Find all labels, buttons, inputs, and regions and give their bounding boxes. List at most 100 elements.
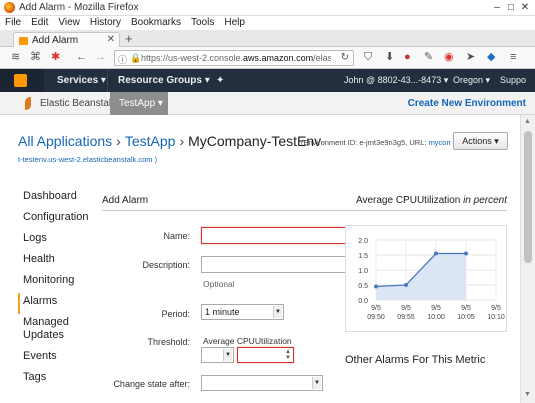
- environment-url-link[interactable]: mycompan: [429, 138, 451, 147]
- forward-icon[interactable]: →: [95, 51, 106, 64]
- actions-button[interactable]: Actions ▾: [453, 132, 508, 150]
- downloads-icon[interactable]: ⬇: [385, 51, 394, 64]
- environment-menu: Dashboard Configuration Logs Health Moni…: [18, 188, 98, 390]
- chart-area: [376, 253, 466, 300]
- reload-icon[interactable]: ↻: [341, 52, 349, 63]
- breadcrumb: All Applications › TestApp › MyCompany-TestE…: [18, 133, 321, 149]
- pocket-icon[interactable]: ⛉: [364, 51, 372, 64]
- menu-view[interactable]: View: [53, 16, 85, 28]
- menu-item-alarms[interactable]: Alarms: [18, 293, 98, 314]
- menu-history[interactable]: History: [85, 16, 126, 28]
- support-menu[interactable]: Suppo: [500, 75, 526, 85]
- scroll-thumb[interactable]: [524, 131, 532, 263]
- chevron-down-icon: ▼: [273, 306, 282, 318]
- elastic-beanstalk-logo-icon: [22, 97, 33, 110]
- threshold-value-input[interactable]: ▲ ▼: [237, 347, 294, 363]
- name-label: Name:: [163, 231, 190, 241]
- back-icon[interactable]: ←: [76, 51, 87, 64]
- chart-x-tick: 09:50: [367, 314, 385, 321]
- addon-icon[interactable]: ⌘: [30, 51, 41, 64]
- account-menu[interactable]: John @ 8802-43...-8473 ▾: [344, 75, 448, 86]
- breadcrumb-app[interactable]: TestApp: [125, 133, 176, 149]
- maximize-button[interactable]: □: [505, 2, 517, 13]
- extension-wrench-icon[interactable]: ✎: [424, 51, 433, 64]
- menu-edit[interactable]: Edit: [26, 16, 53, 28]
- breadcrumb-sep-icon: ›: [179, 133, 185, 149]
- stepper-icon[interactable]: ▲ ▼: [285, 349, 291, 361]
- description-input[interactable]: [201, 256, 351, 273]
- menu-tools[interactable]: Tools: [186, 16, 219, 28]
- chart-x-tick: 10:00: [427, 314, 445, 321]
- aws-top-nav: Services ▾ Resource Groups ▾ ✦ John @ 88…: [0, 69, 535, 92]
- scroll-up-icon[interactable]: ▲: [524, 118, 531, 125]
- extension-blue-icon[interactable]: ◆: [487, 51, 495, 64]
- name-input[interactable]: [201, 227, 351, 244]
- threshold-operator-select[interactable]: ▼: [201, 347, 234, 363]
- firefox-logo-icon: [4, 2, 15, 13]
- window-title: Add Alarm - Mozilla Firefox: [19, 2, 139, 13]
- chart-y-tick: 0.0: [358, 298, 368, 305]
- environment-info: (Environment ID: e-jmt3e9n3g5, URL: myco…: [301, 138, 451, 147]
- rss-icon[interactable]: ≋: [11, 51, 20, 64]
- period-label: Period:: [161, 309, 190, 319]
- environment-url-continued[interactable]: t-testenv.us-west-2.elasticbeanstalk.com…: [18, 155, 157, 164]
- threshold-label: Threshold:: [147, 337, 190, 347]
- menu-item-dashboard[interactable]: Dashboard: [18, 188, 98, 209]
- cpu-utilization-chart: 2.0 1.5 1.0 0.5 0.0 9/5 09:50 9/5 09:55 9/5 10:00 9…: [345, 225, 507, 332]
- chart-point: [434, 251, 438, 256]
- chevron-down-icon: ▼: [312, 377, 321, 389]
- url-text: https://us-west-2.console.aws.amazon.com…: [141, 53, 331, 63]
- chart-y-tick: 1.5: [358, 253, 368, 260]
- aws-home-button[interactable]: [0, 69, 44, 92]
- url-bar[interactable]: ⓘ 🔒 https://us-west-2.console.aws.amazon…: [114, 50, 354, 66]
- create-environment-link[interactable]: Create New Environment: [408, 98, 526, 109]
- chart-point: [404, 283, 408, 287]
- menu-item-health[interactable]: Health: [18, 251, 98, 272]
- menu-item-configuration[interactable]: Configuration: [18, 209, 98, 230]
- services-menu[interactable]: Services ▾: [57, 75, 106, 86]
- other-alarms-heading: Other Alarms For This Metric: [345, 354, 486, 366]
- chart-x-tick: 10:05: [457, 314, 475, 321]
- threshold-metric: Average CPUUtilization: [203, 336, 292, 346]
- extension-arrow-icon[interactable]: ➤: [466, 51, 475, 64]
- app-selector-tab[interactable]: TestApp ▾: [110, 92, 168, 115]
- new-tab-button[interactable]: +: [125, 32, 133, 45]
- tab-title: Add Alarm: [32, 35, 79, 46]
- hamburger-menu-icon[interactable]: ≡: [510, 51, 516, 64]
- chart-y-tick: 1.0: [358, 268, 368, 275]
- extension-red-icon[interactable]: ●: [404, 51, 411, 64]
- change-state-select[interactable]: ▼: [201, 375, 323, 391]
- chart-x-tick: 09:55: [397, 314, 415, 321]
- tab-add-alarm[interactable]: Add Alarm ✕: [13, 32, 120, 48]
- chart-x-tick: 9/5: [401, 305, 411, 312]
- close-window-button[interactable]: ✕: [519, 2, 531, 13]
- menu-item-tags[interactable]: Tags: [18, 369, 98, 390]
- menu-item-events[interactable]: Events: [18, 348, 98, 369]
- menu-bookmarks[interactable]: Bookmarks: [126, 16, 186, 28]
- chart-point: [374, 284, 378, 289]
- menu-file[interactable]: File: [0, 16, 26, 28]
- extension-icon[interactable]: ✱: [51, 51, 60, 64]
- tab-close-icon[interactable]: ✕: [107, 34, 115, 45]
- menu-item-managed-updates[interactable]: Managed Updates: [18, 314, 98, 348]
- menu-bar: File Edit View History Bookmarks Tools Help: [0, 16, 535, 30]
- menu-item-logs[interactable]: Logs: [18, 230, 98, 251]
- pin-icon[interactable]: ✦: [216, 75, 224, 86]
- eb-title[interactable]: Elastic Beanstalk: [40, 98, 116, 109]
- chart-point: [464, 251, 468, 256]
- chart-x-tick: 9/5: [461, 305, 471, 312]
- menu-item-monitoring[interactable]: Monitoring: [18, 272, 98, 293]
- extension-badge-icon[interactable]: ◉: [444, 51, 454, 64]
- menu-help[interactable]: Help: [219, 16, 250, 28]
- site-info-icon[interactable]: ⓘ: [118, 53, 127, 66]
- minimize-button[interactable]: –: [491, 2, 503, 13]
- region-menu[interactable]: Oregon ▾: [453, 75, 490, 86]
- chart-y-tick: 0.5: [358, 283, 368, 290]
- breadcrumb-all-applications[interactable]: All Applications: [18, 133, 112, 149]
- page-scrollbar[interactable]: ▲ ▼: [520, 115, 535, 403]
- resource-groups-menu[interactable]: Resource Groups ▾: [118, 75, 210, 86]
- add-alarm-header: Add Alarm Average CPUUtilization in perc…: [102, 195, 507, 211]
- period-select[interactable]: 1 minute ▼: [201, 304, 284, 320]
- scroll-down-icon[interactable]: ▼: [524, 391, 531, 398]
- description-label: Description:: [142, 260, 190, 270]
